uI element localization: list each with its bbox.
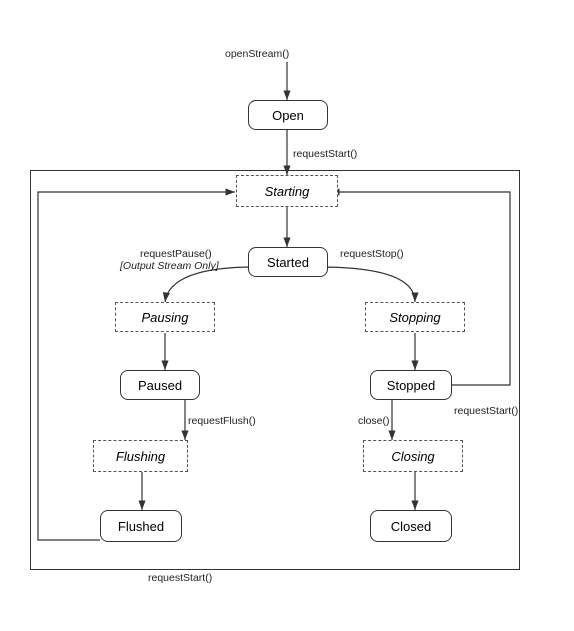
state-closed: Closed [370,510,452,542]
label-requestStart-stopped: requestStart() [454,405,518,417]
state-starting: Starting [236,175,338,207]
state-open: Open [248,100,328,130]
state-diagram: openStream() requestStart() requestPause… [0,0,574,631]
state-flushed: Flushed [100,510,182,542]
label-requestStop: requestStop() [340,248,404,260]
label-requestStart-flushed: requestStart() [148,572,212,584]
label-requestPause: requestPause() [140,248,212,260]
state-started: Started [248,247,328,277]
label-requestStart-1: requestStart() [293,148,357,160]
label-requestFlush: requestFlush() [188,415,256,427]
state-closing: Closing [363,440,463,472]
label-outputStreamOnly: [Output Stream Only] [120,260,219,272]
state-pausing: Pausing [115,302,215,332]
state-stopped: Stopped [370,370,452,400]
state-paused: Paused [120,370,200,400]
label-openStream: openStream() [225,48,289,60]
label-close: close() [358,415,390,427]
state-stopping: Stopping [365,302,465,332]
state-flushing: Flushing [93,440,188,472]
